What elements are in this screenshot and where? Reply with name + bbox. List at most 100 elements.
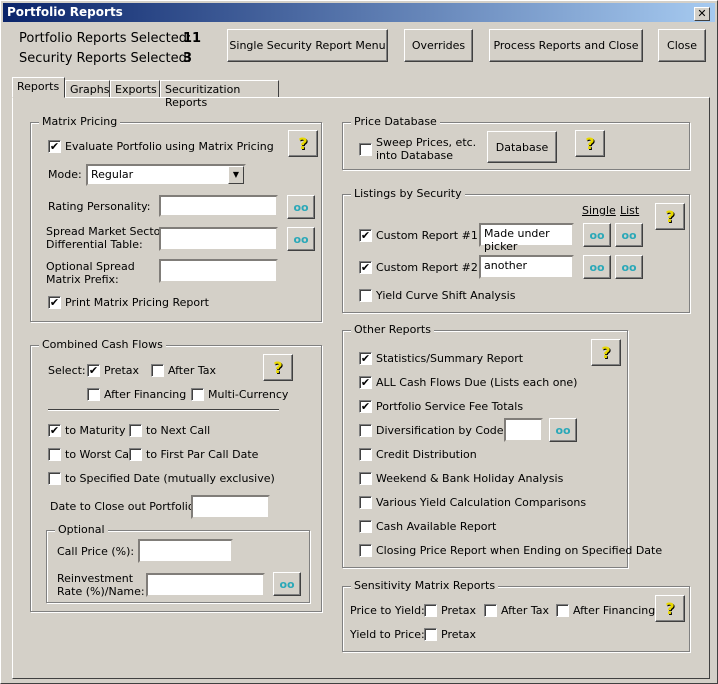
mode-label: Mode:: [48, 168, 82, 181]
other-report-label: Various Yield Calculation Comparisons: [376, 496, 587, 509]
other-help-button[interactable]: ?: [591, 339, 621, 366]
multi-currency-checkbox[interactable]: [191, 388, 204, 401]
tab-securitization-reports[interactable]: Securitization Reports: [160, 80, 279, 109]
after-financing-checkbox[interactable]: [87, 388, 100, 401]
process-reports-close-button[interactable]: Process Reports and Close: [489, 29, 643, 62]
prefix-label-2: Matrix Prefix:: [46, 273, 119, 286]
mode-select[interactable]: Regular ▼: [86, 164, 246, 186]
other-report-checkbox[interactable]: [359, 472, 372, 485]
overrides-button[interactable]: Overrides: [404, 29, 473, 62]
reinvestment-lookup-button[interactable]: ᴏᴏ: [273, 572, 301, 596]
tab-exports[interactable]: Exports: [110, 80, 160, 98]
listings-help-button[interactable]: ?: [655, 203, 685, 230]
sensitivity-help-button[interactable]: ?: [655, 595, 685, 622]
reinvestment-input[interactable]: [146, 573, 265, 597]
window-title: Portfolio Reports: [7, 5, 123, 19]
y2p-pretax-label: Pretax: [441, 628, 477, 641]
reinvestment-label-1: Reinvestment: [57, 572, 134, 585]
evaluate-matrix-checkbox[interactable]: ✔: [48, 140, 61, 153]
other-report-label: Statistics/Summary Report: [376, 352, 524, 365]
custom-report-2-checkbox[interactable]: ✔: [359, 261, 372, 274]
sensitivity-matrix-group: Sensitivity Matrix Reports: [342, 579, 690, 652]
to-next-call-label: to Next Call: [146, 424, 211, 437]
group-title: Listings by Security: [351, 187, 465, 200]
call-price-input[interactable]: [138, 539, 233, 563]
glasses-icon: ᴏᴏ: [589, 228, 605, 242]
other-report-checkbox[interactable]: [359, 496, 372, 509]
tab-reports[interactable]: Reports: [12, 77, 65, 98]
group-title: Sensitivity Matrix Reports: [351, 579, 499, 592]
help-icon: ?: [585, 134, 595, 153]
print-matrix-checkbox[interactable]: ✔: [48, 296, 61, 309]
pretax-checkbox[interactable]: ✔: [87, 364, 100, 377]
group-title: Combined Cash Flows: [39, 338, 166, 351]
spread-table-label-1: Spread Market Sector: [46, 225, 165, 238]
custom-2-single-button[interactable]: ᴏᴏ: [583, 255, 611, 279]
custom-1-list-button[interactable]: ᴏᴏ: [615, 223, 643, 247]
to-next-call-checkbox[interactable]: [129, 424, 142, 437]
database-button[interactable]: Database: [487, 131, 557, 163]
after-tax-checkbox[interactable]: [151, 364, 164, 377]
other-report-checkbox[interactable]: ✔: [359, 400, 372, 413]
to-first-par-label: to First Par Call Date: [146, 448, 259, 461]
close-out-date-label: Date to Close out Portfolio:: [50, 500, 199, 513]
other-report-checkbox[interactable]: [359, 520, 372, 533]
custom-report-2-input[interactable]: another: [479, 255, 574, 279]
prefix-input[interactable]: [159, 259, 278, 283]
p2y-after-financing-checkbox[interactable]: [556, 604, 569, 617]
other-report-checkbox[interactable]: [359, 424, 372, 437]
glasses-icon: ᴏᴏ: [621, 228, 637, 242]
glasses-icon: ᴏᴏ: [293, 232, 309, 246]
custom-1-single-button[interactable]: ᴏᴏ: [583, 223, 611, 247]
close-out-date-input[interactable]: [191, 495, 270, 519]
rating-lookup-button[interactable]: ᴏᴏ: [287, 195, 315, 219]
help-icon: ?: [601, 343, 611, 362]
yield-curve-label: Yield Curve Shift Analysis: [376, 289, 516, 302]
chevron-down-icon[interactable]: ▼: [228, 166, 244, 184]
glasses-icon: ᴏᴏ: [555, 423, 571, 437]
other-report-checkbox[interactable]: ✔: [359, 352, 372, 365]
spread-lookup-button[interactable]: ᴏᴏ: [287, 227, 315, 251]
after-tax-label: After Tax: [168, 364, 217, 377]
help-icon: ?: [665, 207, 675, 226]
group-title: Optional: [55, 523, 108, 536]
custom-2-list-button[interactable]: ᴏᴏ: [615, 255, 643, 279]
custom-report-2-label: Custom Report #2:: [376, 261, 482, 274]
tab-graphs[interactable]: Graphs: [65, 80, 110, 98]
pretax-label: Pretax: [104, 364, 140, 377]
diversification-code-input[interactable]: [504, 418, 543, 442]
custom-report-1-input[interactable]: Made under picker: [479, 223, 574, 253]
spread-table-input[interactable]: [159, 227, 278, 251]
to-maturity-checkbox[interactable]: ✔: [48, 424, 61, 437]
divider: [48, 409, 279, 411]
to-specified-date-checkbox[interactable]: [48, 472, 61, 485]
to-worst-call-checkbox[interactable]: [48, 448, 61, 461]
matrix-help-button[interactable]: ?: [288, 130, 318, 157]
sweep-prices-checkbox[interactable]: [359, 143, 372, 156]
price-db-help-button[interactable]: ?: [575, 130, 605, 157]
other-report-checkbox[interactable]: [359, 448, 372, 461]
price-to-yield-label: Price to Yield:: [350, 604, 425, 617]
help-icon: ?: [273, 358, 283, 377]
to-maturity-label: to Maturity: [65, 424, 126, 437]
to-first-par-checkbox[interactable]: [129, 448, 142, 461]
ccf-help-button[interactable]: ?: [263, 354, 293, 381]
other-report-label: Closing Price Report when Ending on Spec…: [376, 544, 663, 557]
p2y-after-financing-label: After Financing: [573, 604, 656, 617]
p2y-pretax-checkbox[interactable]: [424, 604, 437, 617]
sweep-label-2: into Database: [376, 149, 454, 162]
call-price-label: Call Price (%):: [57, 545, 135, 558]
close-button[interactable]: Close: [658, 29, 706, 62]
p2y-after-tax-checkbox[interactable]: [484, 604, 497, 617]
yield-curve-checkbox[interactable]: [359, 289, 372, 302]
y2p-pretax-checkbox[interactable]: [424, 628, 437, 641]
other-report-checkbox[interactable]: ✔: [359, 376, 372, 389]
other-report-checkbox[interactable]: [359, 544, 372, 557]
diversification-lookup-button[interactable]: ᴏᴏ: [549, 418, 577, 442]
custom-report-1-checkbox[interactable]: ✔: [359, 229, 372, 242]
close-x-button[interactable]: ✕: [694, 7, 710, 21]
single-security-report-menu-button[interactable]: Single Security Report Menu: [227, 29, 388, 62]
p2y-pretax-label: Pretax: [441, 604, 477, 617]
other-report-label: Cash Available Report: [376, 520, 497, 533]
rating-personality-input[interactable]: [159, 195, 278, 217]
